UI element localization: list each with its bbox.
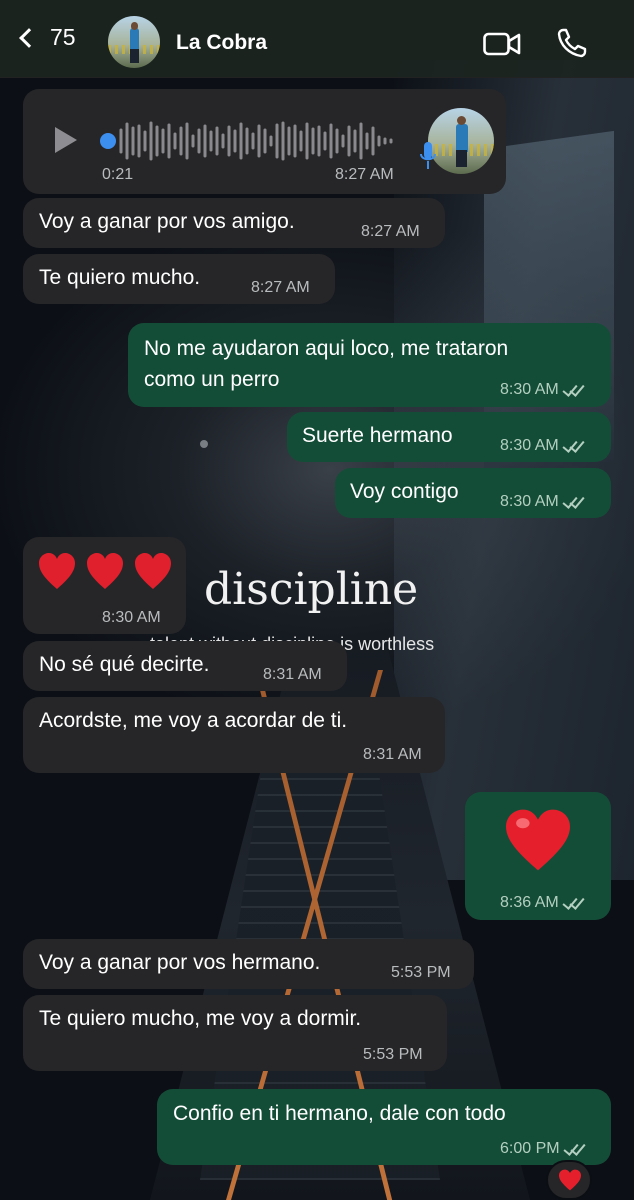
outgoing-message[interactable]: No me ayudaron aqui loco, me trataron co… [128,323,611,407]
back-button[interactable]: 75 [14,24,76,51]
message-text: Voy a ganar por vos hermano. [39,951,321,974]
heart-emoji [506,809,570,871]
voice-duration: 0:21 [102,166,134,183]
message-time-row: 6:00 PM [500,1139,586,1159]
chat-header: 75 La Cobra [0,0,634,78]
message-time: 8:27 AM [361,223,420,240]
incoming-message[interactable]: Te quiero mucho. 8:27 AM [23,254,335,304]
avatar-figure [129,28,140,51]
message-time-row: 8:30 AM [500,492,585,512]
contact-name[interactable]: La Cobra [176,31,267,55]
message-time: 8:27 AM [335,166,394,183]
avatar-head [130,22,139,30]
avatar[interactable] [108,16,160,68]
read-receipt-icon [563,496,585,508]
incoming-message[interactable]: Voy a ganar por vos amigo. 8:27 AM [23,198,445,248]
message-time: 8:31 AM [263,666,322,683]
message-text: Te quiero mucho. [39,266,201,289]
message-time-row: 8:30 AM [500,380,585,400]
message-text: Suerte hermano [302,424,453,447]
wallpaper-light [200,440,208,448]
message-time: 5:53 PM [363,1046,423,1063]
message-time: 8:36 AM [500,894,559,911]
incoming-message[interactable]: Acordste, me voy a acordar de ti. 8:31 A… [23,697,445,773]
message-time: 6:00 PM [500,1140,560,1157]
read-receipt-icon [564,1143,586,1155]
unread-count: 75 [50,24,76,50]
message-time: 8:30 AM [500,381,559,398]
read-receipt-icon [563,897,585,909]
message-text: No sé qué decirte. [39,653,210,676]
message-text: Voy a ganar por vos amigo. [39,210,295,233]
incoming-message[interactable]: Voy a ganar por vos hermano. 5:53 PM [23,939,474,989]
outgoing-message[interactable]: Suerte hermano 8:30 AM [287,412,611,462]
video-call-icon[interactable] [483,32,521,56]
message-time: 8:31 AM [363,746,422,763]
microphone-icon [420,142,436,169]
wallpaper-title-text: discipline [204,564,419,615]
outgoing-message[interactable]: 8:36 AM [465,792,611,920]
avatar-legs [130,49,139,63]
voice-sender-avatar [428,108,494,174]
message-time: 8:30 AM [500,437,559,454]
avatar-figure [455,123,468,152]
incoming-message[interactable]: Te quiero mucho, me voy a dormir. 5:53 P… [23,995,447,1071]
message-time-row: 8:30 AM [500,436,585,456]
message-text: Voy contigo [350,480,459,503]
message-time: 5:53 PM [391,964,451,981]
message-reaction[interactable] [546,1160,592,1200]
play-icon[interactable] [55,127,77,153]
message-time: 8:27 AM [251,279,310,296]
message-text-line-2: como un perro [144,368,280,391]
message-text: Te quiero mucho, me voy a dormir. [39,1007,362,1030]
incoming-message[interactable]: No sé qué decirte. 8:31 AM [23,641,347,691]
phone-call-icon[interactable] [556,27,588,59]
audio-scrubber[interactable] [100,133,116,149]
read-receipt-icon [563,384,585,396]
audio-waveform[interactable] [118,118,398,164]
heart-emoji-row [39,553,171,589]
message-time: 8:30 AM [500,493,559,510]
chevron-left-icon [19,27,39,48]
message-text-line-1: No me ayudaron aqui loco, me trataron [144,337,509,360]
message-text: Acordste, me voy a acordar de ti. [39,709,348,732]
heart-reaction-icon [559,1169,581,1191]
outgoing-message[interactable]: Confio en ti hermano, dale con todo 6:00… [157,1089,611,1165]
read-receipt-icon [563,440,585,452]
message-time: 8:30 AM [102,609,161,626]
avatar-legs [456,150,467,168]
message-time-row: 8:36 AM [500,893,585,913]
outgoing-message[interactable]: Voy contigo 8:30 AM [335,468,611,518]
incoming-message[interactable]: 8:30 AM [23,537,186,634]
message-text: Confio en ti hermano, dale con todo [173,1102,506,1125]
